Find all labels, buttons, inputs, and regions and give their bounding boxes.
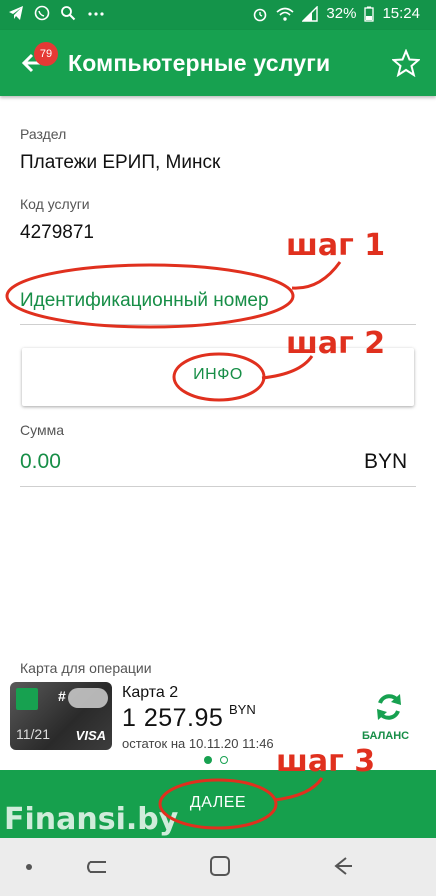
viber-icon <box>34 5 50 21</box>
balance-button[interactable]: БАЛАНС <box>362 730 409 742</box>
step3-annotation: шаг 3 <box>276 744 376 779</box>
bank-logo-icon <box>16 688 38 710</box>
telegram-icon <box>9 6 23 20</box>
recent-apps-icon[interactable] <box>86 856 110 878</box>
alarm-icon <box>254 8 267 21</box>
favorite-star-icon[interactable] <box>392 49 420 77</box>
card-expiry: 11/21 <box>16 726 50 742</box>
sum-input[interactable]: 0.00 <box>20 450 61 474</box>
wifi-icon <box>276 7 294 21</box>
card-balance-currency: BYN <box>229 702 256 717</box>
id-number-field[interactable]: Идентификационный номер <box>20 290 269 312</box>
system-nav-bar <box>0 838 436 896</box>
card-balance: 1 257.95 <box>122 704 224 732</box>
more-dots-icon <box>88 12 104 16</box>
card-pager <box>204 756 234 766</box>
system-icons: 32% 15:24 <box>252 5 420 22</box>
pager-dot[interactable] <box>220 756 228 764</box>
step2-annotation: шаг 2 <box>286 326 386 361</box>
page-title: Компьютерные услуги <box>68 50 331 76</box>
app-bar: 79 Компьютерные услуги <box>0 30 436 96</box>
battery-percent: 32% <box>326 5 357 22</box>
sum-label: Сумма <box>20 422 64 438</box>
service-code-value: 4279871 <box>20 222 94 243</box>
currency-label: BYN <box>364 450 408 473</box>
search-icon <box>61 6 76 21</box>
signal-icon <box>302 5 319 22</box>
service-code-label: Код услуги <box>20 196 90 212</box>
bank-card-image[interactable]: # 11/21 VISA <box>10 682 112 750</box>
clock: 15:24 <box>382 5 420 22</box>
battery-icon <box>364 6 375 22</box>
card-number-mask <box>68 688 108 708</box>
card-name: Карта 2 <box>122 684 179 701</box>
back-nav-icon[interactable] <box>330 854 354 878</box>
sum-underline <box>20 486 416 487</box>
info-button-label: ИНФО <box>193 366 243 383</box>
watermark: Finansi.by <box>4 802 179 837</box>
nav-dot-icon[interactable] <box>24 862 34 872</box>
notification-badge: 79 <box>34 42 58 66</box>
home-icon[interactable] <box>208 854 232 878</box>
step1-pointer <box>291 261 342 290</box>
pager-dot-active[interactable] <box>204 756 212 764</box>
card-hash: # <box>58 688 66 704</box>
section-label: Раздел <box>20 126 67 142</box>
refresh-balance-icon[interactable] <box>372 690 406 724</box>
notification-icons <box>8 5 106 21</box>
card-remainder: остаток на 10.11.20 11:46 <box>122 736 274 751</box>
id-field-underline <box>20 324 416 325</box>
visa-logo: VISA <box>75 728 106 743</box>
step1-annotation: шаг 1 <box>286 228 386 263</box>
card-section-label: Карта для операции <box>20 660 152 676</box>
status-bar: 32% 15:24 <box>0 0 436 30</box>
section-value: Платежи ЕРИП, Минск <box>20 152 221 173</box>
